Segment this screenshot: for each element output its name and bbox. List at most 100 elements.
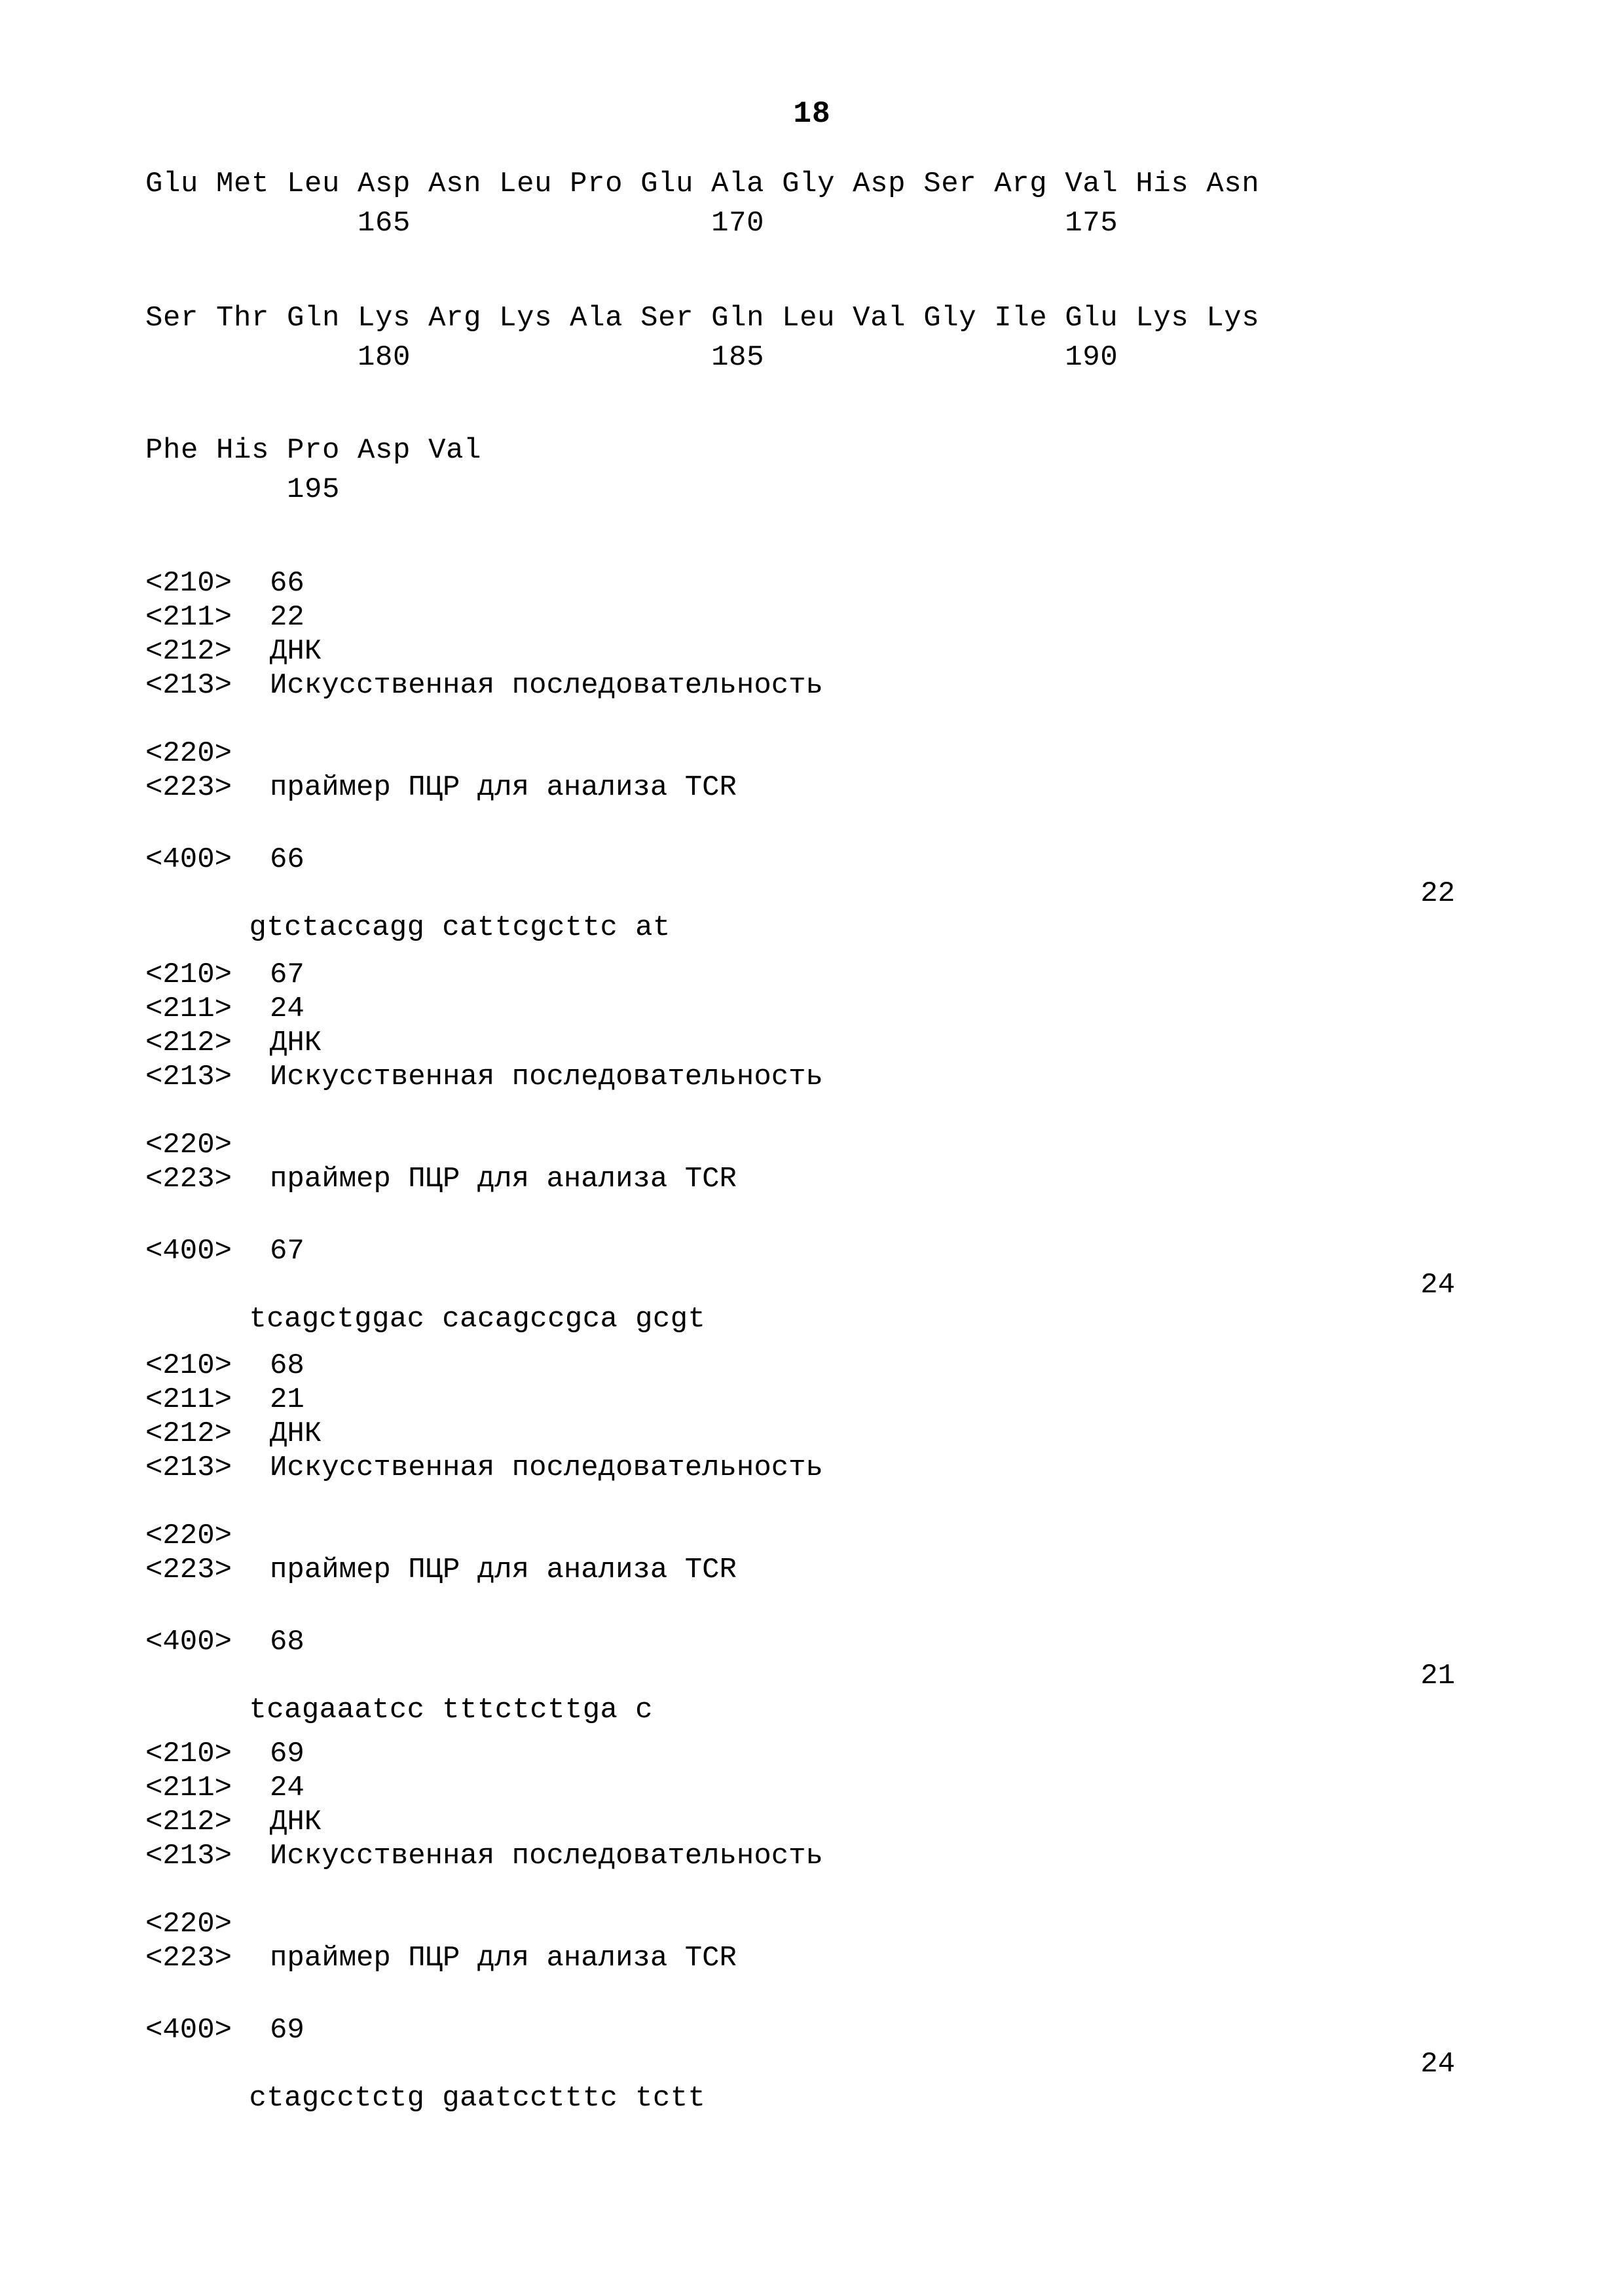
amino-acid-block-3: Phe His Pro Asp Val 195	[145, 433, 481, 507]
sequence-id: 66	[270, 567, 304, 600]
feature-description: праймер ПЦР для анализа TCR	[270, 1163, 737, 1195]
meta-row-223: <223> праймер ПЦР для анализа TCR	[145, 1162, 1501, 1196]
meta-row-211: <211> 24	[145, 1771, 1501, 1805]
tag-210: <210>	[145, 958, 232, 991]
sequence-id: 66	[270, 843, 304, 876]
sequence-block-69: <210> 69 <211> 24 <212> ДНК <213> Искусс…	[145, 1737, 1501, 2183]
organism: Искусственная последовательность	[270, 1840, 823, 1872]
tag-213: <213>	[145, 669, 232, 702]
sequence-id: 67	[270, 958, 304, 991]
amino-acid-residues: Phe His Pro Asp Val	[145, 434, 482, 467]
tag-400: <400>	[145, 1235, 232, 1267]
meta-row-220: <220>	[145, 1128, 1501, 1162]
molecule-type: ДНК	[270, 635, 322, 668]
tag-212: <212>	[145, 1417, 232, 1450]
page-number: 18	[793, 97, 831, 131]
meta-row-210: <210> 69	[145, 1737, 1501, 1771]
tag-223: <223>	[145, 1554, 232, 1586]
meta-row-400: <400> 66	[145, 843, 1501, 877]
nucleotide-sequence: tcagctggac cacagccgca gcgt	[249, 1303, 706, 1336]
meta-row-220: <220>	[145, 1519, 1501, 1553]
tag-220: <220>	[145, 1129, 232, 1161]
amino-acid-position-numbers: 165 170 175	[145, 207, 1118, 240]
tag-400: <400>	[145, 1626, 232, 1658]
sequence-block-67: <210> 67 <211> 24 <212> ДНК <213> Искусс…	[145, 958, 1501, 1404]
tag-211: <211>	[145, 1383, 232, 1416]
sequence-length-marker: 22	[1420, 877, 1455, 910]
sequence-length-marker: 21	[1420, 1660, 1455, 1692]
meta-row-400: <400> 69	[145, 2013, 1501, 2047]
feature-description: праймер ПЦР для анализа TCR	[270, 1942, 737, 1975]
tag-400: <400>	[145, 2014, 232, 2047]
tag-212: <212>	[145, 1806, 232, 1838]
organism: Искусственная последовательность	[270, 1061, 823, 1093]
sequence-block-68: <210> 68 <211> 21 <212> ДНК <213> Искусс…	[145, 1349, 1501, 1795]
tag-220: <220>	[145, 1908, 232, 1941]
tag-213: <213>	[145, 1451, 232, 1484]
sequence-id: 68	[270, 1349, 304, 1382]
amino-acid-residues: Glu Met Leu Asp Asn Leu Pro Glu Ala Gly …	[145, 168, 1260, 200]
tag-400: <400>	[145, 843, 232, 876]
sequence-id: 67	[270, 1235, 304, 1267]
document-page: 18 Glu Met Leu Asp Asn Leu Pro Glu Ala G…	[0, 0, 1624, 2296]
amino-acid-block-2: Ser Thr Gln Lys Arg Lys Ala Ser Gln Leu …	[145, 301, 1259, 374]
tag-213: <213>	[145, 1840, 232, 1872]
tag-210: <210>	[145, 1349, 232, 1382]
amino-acid-residues: Ser Thr Gln Lys Arg Lys Ala Ser Gln Leu …	[145, 302, 1260, 335]
molecule-type: ДНК	[270, 1417, 322, 1450]
molecule-type: ДНК	[270, 1027, 322, 1059]
meta-row-213: <213> Искусственная последовательность	[145, 1060, 1501, 1094]
tag-211: <211>	[145, 993, 232, 1025]
tag-210: <210>	[145, 1738, 232, 1770]
sequence-length: 24	[270, 1772, 304, 1804]
sequence-id: 69	[270, 1738, 304, 1770]
amino-acid-block-1: Glu Met Leu Asp Asn Leu Pro Glu Ala Gly …	[145, 167, 1259, 240]
meta-row-211: <211> 24	[145, 992, 1501, 1026]
tag-211: <211>	[145, 601, 232, 634]
feature-description: праймер ПЦР для анализа TCR	[270, 1554, 737, 1586]
meta-row-211: <211> 22	[145, 600, 1501, 634]
meta-row-210: <210> 68	[145, 1349, 1501, 1383]
meta-row-210: <210> 67	[145, 958, 1501, 992]
sequence-length: 22	[270, 601, 304, 634]
meta-row-212: <212> ДНК	[145, 634, 1501, 668]
tag-213: <213>	[145, 1061, 232, 1093]
nucleotide-sequence-row: ctagcctctg gaatcctttc tctt 24	[145, 2047, 1501, 2183]
amino-acid-position-numbers: 180 185 190	[145, 341, 1118, 374]
meta-row-220: <220>	[145, 737, 1501, 771]
organism: Искусственная последовательность	[270, 669, 823, 702]
tag-223: <223>	[145, 771, 232, 804]
sequence-length: 24	[270, 993, 304, 1025]
meta-row-223: <223> праймер ПЦР для анализа TCR	[145, 1941, 1501, 1975]
organism: Искусственная последовательность	[270, 1451, 823, 1484]
meta-row-223: <223> праймер ПЦР для анализа TCR	[145, 1553, 1501, 1587]
molecule-type: ДНК	[270, 1806, 322, 1838]
amino-acid-position-numbers: 195	[145, 473, 341, 506]
tag-212: <212>	[145, 635, 232, 668]
nucleotide-sequence: gtctaccagg cattcgcttc at	[249, 911, 671, 944]
meta-row-400: <400> 67	[145, 1234, 1501, 1268]
sequence-length: 21	[270, 1383, 304, 1416]
meta-row-213: <213> Искусственная последовательность	[145, 1839, 1501, 1873]
sequence-id: 68	[270, 1626, 304, 1658]
tag-210: <210>	[145, 567, 232, 600]
meta-row-400: <400> 68	[145, 1625, 1501, 1659]
sequence-block-66: <210> 66 <211> 22 <212> ДНК <213> Искусс…	[145, 566, 1501, 1013]
tag-211: <211>	[145, 1772, 232, 1804]
meta-row-213: <213> Искусственная последовательность	[145, 1451, 1501, 1485]
meta-row-212: <212> ДНК	[145, 1805, 1501, 1839]
feature-description: праймер ПЦР для анализа TCR	[270, 771, 737, 804]
sequence-length-marker: 24	[1420, 1269, 1455, 1302]
meta-row-210: <210> 66	[145, 566, 1501, 600]
sequence-length-marker: 24	[1420, 2048, 1455, 2081]
tag-212: <212>	[145, 1027, 232, 1059]
tag-220: <220>	[145, 737, 232, 770]
